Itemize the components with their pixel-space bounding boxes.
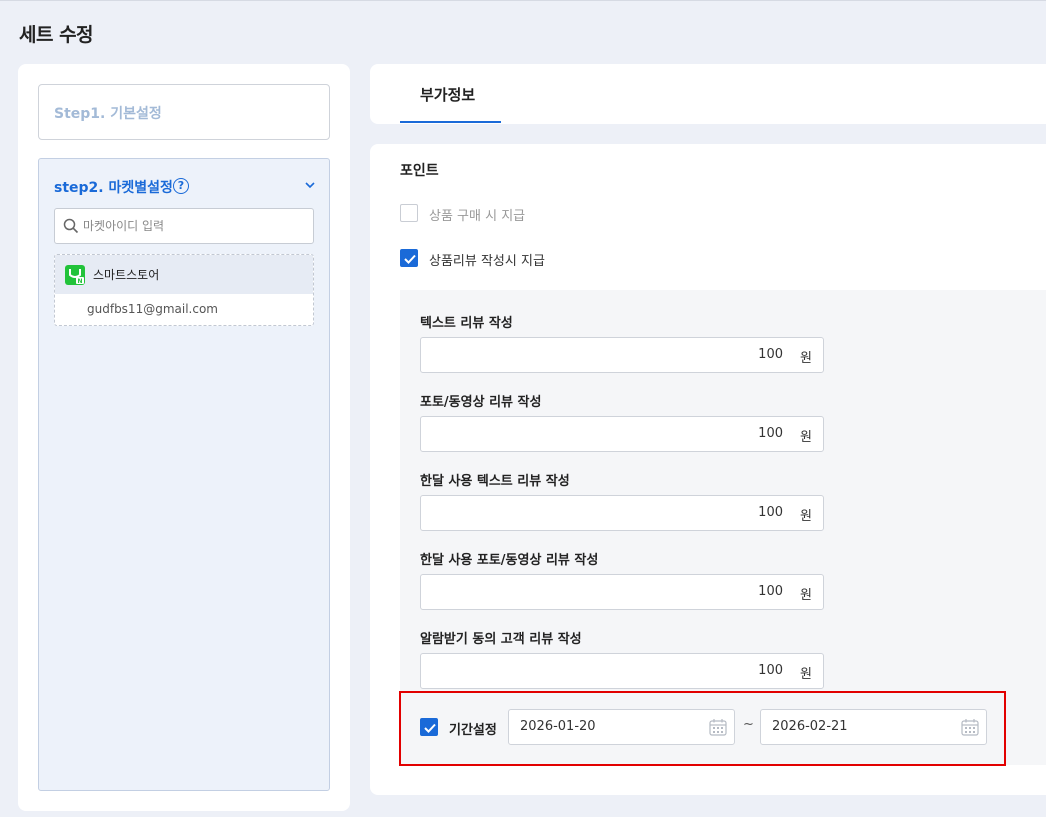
- field-label-alarm-review: 알람받기 동의 고객 리뷰 작성: [420, 632, 582, 647]
- market-account: gudfbs11@gmail.com: [87, 302, 218, 316]
- search-icon: [63, 218, 79, 234]
- market-search-input[interactable]: [83, 209, 309, 243]
- review-points-checkbox[interactable]: [400, 249, 418, 267]
- market-item-smartstore[interactable]: N 스마트스토어: [55, 255, 313, 294]
- amount-unit: 원: [800, 509, 812, 524]
- tab-bar: 부가정보: [370, 64, 1046, 124]
- month-text-review-amount-input[interactable]: 100 원: [420, 495, 824, 531]
- chevron-down-icon[interactable]: [304, 179, 316, 191]
- check-icon: [404, 254, 416, 264]
- alarm-review-amount-input[interactable]: 100 원: [420, 653, 824, 689]
- page-title: 세트 수정: [19, 24, 94, 46]
- purchase-points-checkbox[interactable]: [400, 204, 418, 222]
- step1-label: Step1. 기본설정: [54, 106, 162, 122]
- amount-unit: 원: [800, 430, 812, 445]
- svg-text:N: N: [77, 278, 82, 285]
- amount-value: 100: [758, 505, 783, 520]
- market-name: 스마트스토어: [93, 268, 160, 282]
- month-photo-review-amount-input[interactable]: 100 원: [420, 574, 824, 610]
- photo-review-amount-input[interactable]: 100 원: [420, 416, 824, 452]
- review-points-label: 상품리뷰 작성시 지급: [429, 254, 545, 269]
- purchase-points-label: 상품 구매 시 지급: [429, 209, 526, 224]
- amount-unit: 원: [800, 667, 812, 682]
- market-search: [54, 208, 314, 244]
- field-label-month-text-review: 한달 사용 텍스트 리뷰 작성: [420, 474, 570, 489]
- help-icon[interactable]: ?: [173, 178, 189, 194]
- amount-value: 100: [758, 663, 783, 678]
- field-label-photo-review: 포토/동영상 리뷰 작성: [420, 395, 542, 410]
- amount-value: 100: [758, 426, 783, 441]
- step2-card: step2. 마켓별설정 ? N 스마트스토어 gudfbs11@gma: [38, 158, 330, 791]
- amount-value: 100: [758, 584, 783, 599]
- amount-unit: 원: [800, 588, 812, 603]
- amount-value: 100: [758, 347, 783, 362]
- top-divider: [0, 0, 1046, 1]
- step1-card[interactable]: Step1. 기본설정: [38, 84, 330, 140]
- market-list: N 스마트스토어 gudfbs11@gmail.com: [54, 254, 314, 326]
- step2-label[interactable]: step2. 마켓별설정: [54, 177, 173, 197]
- active-tab-indicator: [400, 121, 501, 123]
- points-section-title: 포인트: [400, 163, 439, 179]
- tab-additional-info[interactable]: 부가정보: [420, 84, 475, 105]
- field-label-month-photo-review: 한달 사용 포토/동영상 리뷰 작성: [420, 553, 599, 568]
- naver-smartstore-icon: N: [65, 265, 85, 285]
- field-label-text-review: 텍스트 리뷰 작성: [420, 316, 513, 331]
- period-highlight-box: [399, 691, 1006, 766]
- amount-unit: 원: [800, 351, 812, 366]
- steps-panel: Step1. 기본설정 step2. 마켓별설정 ? N 스마트스토어: [18, 64, 350, 811]
- text-review-amount-input[interactable]: 100 원: [420, 337, 824, 373]
